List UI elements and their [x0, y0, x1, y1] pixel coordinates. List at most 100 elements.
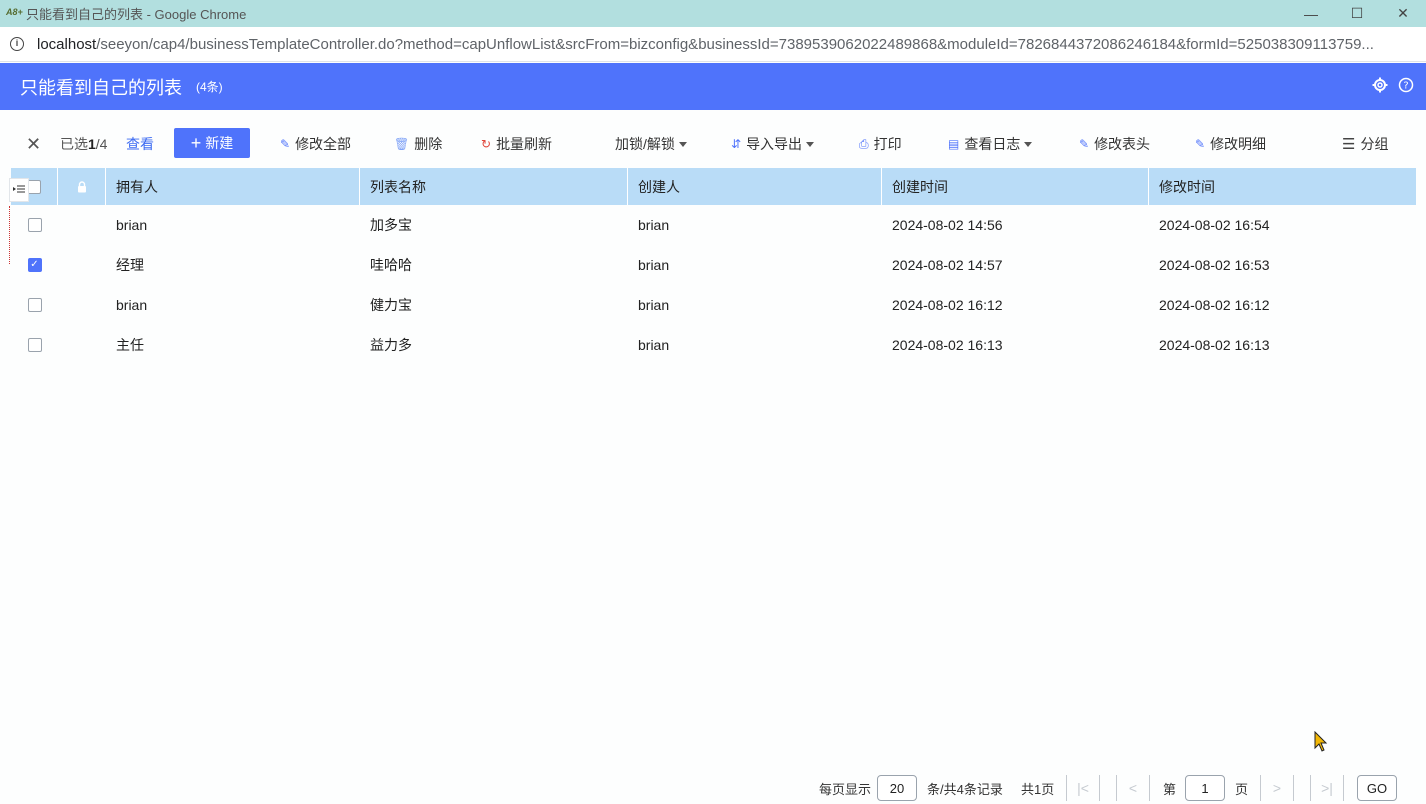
caret-down-icon	[806, 141, 815, 147]
prev-page-icon[interactable]: <	[1116, 775, 1150, 801]
created-time-cell: 2024-08-02 14:57	[892, 257, 1003, 273]
go-button[interactable]: GO	[1357, 775, 1397, 801]
last-page-icon[interactable]: >|	[1310, 775, 1344, 801]
settings-icon[interactable]	[1372, 77, 1388, 93]
row-lock-cell	[58, 325, 106, 365]
column-header-created-time[interactable]: 创建时间	[882, 168, 1149, 205]
list-name-cell: 益力多	[370, 337, 412, 353]
creator-cell: brian	[638, 297, 670, 313]
column-header-modified-time[interactable]: 修改时间	[1149, 168, 1416, 205]
table-row[interactable]: brian 加多宝 brian 2024-08-02 14:56 2024-08-02 …	[11, 205, 1416, 245]
clear-selection-icon[interactable]: ✕	[26, 126, 41, 162]
page-number-input[interactable]: 1	[1185, 775, 1225, 801]
first-page-icon[interactable]: |<	[1066, 775, 1100, 801]
print-button[interactable]: ⎙ 打印	[859, 126, 902, 162]
maximize-icon[interactable]: ☐	[1334, 0, 1380, 27]
column-header-list-name[interactable]: 列表名称	[360, 168, 628, 205]
printer-icon: ⎙	[859, 136, 869, 151]
edit-all-button[interactable]: ✎ 修改全部	[280, 126, 351, 162]
pencil-icon: ✎	[1079, 137, 1090, 151]
creator-cell: brian	[638, 257, 670, 273]
creator-cell: brian	[638, 217, 670, 233]
table-body: brian 加多宝 brian 2024-08-02 14:56 2024-08-02 …	[11, 205, 1416, 365]
owner-cell: 主任	[116, 337, 144, 353]
mouse-cursor-icon	[1314, 731, 1328, 752]
view-log-menu[interactable]: ▤ 查看日志	[948, 126, 1033, 162]
created-time-cell: 2024-08-02 14:56	[892, 217, 1003, 233]
row-checkbox[interactable]	[27, 338, 42, 352]
table-row[interactable]: ✓ 经理 哇哈哈 brian 2024-08-02 14:57 2024-08-02 16…	[11, 245, 1416, 285]
import-export-icon: ⇵	[731, 137, 742, 151]
trash-icon: 🗑	[394, 137, 410, 151]
list-indent-icon	[13, 185, 25, 193]
edit-detail-button[interactable]: ✎ 修改明细	[1195, 126, 1266, 162]
table-header: 拥有人 列表名称 创建人 创建时间 修改时间	[11, 168, 1416, 205]
row-select-cell[interactable]: ✓	[11, 245, 58, 285]
app-logo: A8+	[6, 6, 23, 17]
toolbar: ✕ 已选 1/4 查看 + 新建 ✎ 修改全部 🗑 删除 ↻ 批量刷新 加锁/解锁 ⇵ 导入…	[0, 126, 1426, 162]
per-page-label: 每页显示	[819, 781, 872, 797]
window-title: 只能看到自己的列表 - Google Chrome	[26, 7, 247, 22]
created-time-cell: 2024-08-02 16:12	[892, 297, 1003, 313]
refresh-icon: ↻	[481, 137, 492, 151]
select-all-checkbox[interactable]	[27, 179, 41, 194]
modified-time-cell: 2024-08-02 16:54	[1159, 217, 1270, 233]
view-button[interactable]: 查看	[126, 126, 154, 162]
record-count: (4条)	[196, 80, 223, 94]
modified-time-cell: 2024-08-02 16:53	[1159, 257, 1270, 273]
caret-down-icon	[1024, 141, 1033, 147]
modified-time-cell: 2024-08-02 16:13	[1159, 337, 1270, 353]
address-bar[interactable]: i localhost/seeyon/cap4/businessTemplate…	[0, 27, 1426, 62]
new-button[interactable]: + 新建	[174, 128, 250, 158]
group-button[interactable]: ☰ 分组	[1342, 126, 1388, 162]
modified-time-cell: 2024-08-02 16:12	[1159, 297, 1270, 313]
row-select-cell[interactable]	[11, 285, 58, 325]
page-suffix-label: 页	[1235, 781, 1249, 797]
row-lock-cell	[58, 205, 106, 245]
table-row[interactable]: 主任 益力多 brian 2024-08-02 16:13 2024-08-02 16:…	[11, 325, 1416, 365]
browser-titlebar: A8+ 只能看到自己的列表 - Google Chrome — ☐ ✕	[0, 0, 1426, 27]
row-lock-cell	[58, 285, 106, 325]
url-text[interactable]: localhost/seeyon/cap4/businessTemplateCo…	[37, 36, 1397, 53]
table-row[interactable]: brian 健力宝 brian 2024-08-02 16:12 2024-08-02 …	[11, 285, 1416, 325]
row-select-cell[interactable]	[11, 205, 58, 245]
row-select-cell[interactable]	[11, 325, 58, 365]
owner-cell: 经理	[116, 257, 144, 273]
data-table: 拥有人 列表名称 创建人 创建时间 修改时间 brian 加多宝 brian 2024…	[11, 168, 1416, 365]
resize-guide	[9, 206, 11, 264]
plus-icon: +	[190, 132, 202, 153]
info-icon[interactable]: i	[10, 37, 24, 51]
creator-cell: brian	[638, 337, 670, 353]
row-lock-cell	[58, 245, 106, 285]
records-label: 条/共4条记录	[927, 781, 1003, 797]
owner-cell: brian	[116, 297, 148, 313]
created-time-cell: 2024-08-02 16:13	[892, 337, 1003, 353]
row-checkbox[interactable]: ✓	[27, 258, 42, 272]
column-toggle-handle[interactable]	[9, 178, 29, 202]
per-page-input[interactable]: 20	[877, 775, 917, 801]
help-icon[interactable]: ?	[1398, 77, 1414, 93]
delete-button[interactable]: 🗑 删除	[394, 126, 442, 162]
next-page-icon[interactable]: >	[1260, 775, 1294, 801]
column-header-creator[interactable]: 创建人	[628, 168, 882, 205]
list-name-cell: 哇哈哈	[370, 257, 412, 273]
page-prefix-label: 第	[1163, 781, 1177, 797]
caret-down-icon	[678, 141, 687, 147]
minimize-icon[interactable]: —	[1288, 0, 1334, 27]
page-title: 只能看到自己的列表	[20, 77, 182, 98]
menu-lines-icon: ☰	[1342, 136, 1356, 153]
row-checkbox[interactable]	[27, 218, 42, 232]
batch-refresh-button[interactable]: ↻ 批量刷新	[481, 126, 552, 162]
column-header-owner[interactable]: 拥有人	[106, 168, 360, 205]
import-export-menu[interactable]: ⇵ 导入导出	[731, 126, 815, 162]
lock-column-header	[58, 168, 106, 205]
list-name-cell: 加多宝	[370, 217, 412, 233]
close-window-icon[interactable]: ✕	[1380, 0, 1426, 27]
app-header: 只能看到自己的列表 (4条) ?	[0, 63, 1426, 110]
lock-icon	[77, 180, 86, 192]
lock-unlock-menu[interactable]: 加锁/解锁	[615, 126, 687, 162]
list-name-cell: 健力宝	[370, 297, 412, 313]
edit-header-button[interactable]: ✎ 修改表头	[1079, 126, 1150, 162]
row-checkbox[interactable]	[27, 298, 42, 312]
svg-text:?: ?	[1403, 81, 1408, 92]
